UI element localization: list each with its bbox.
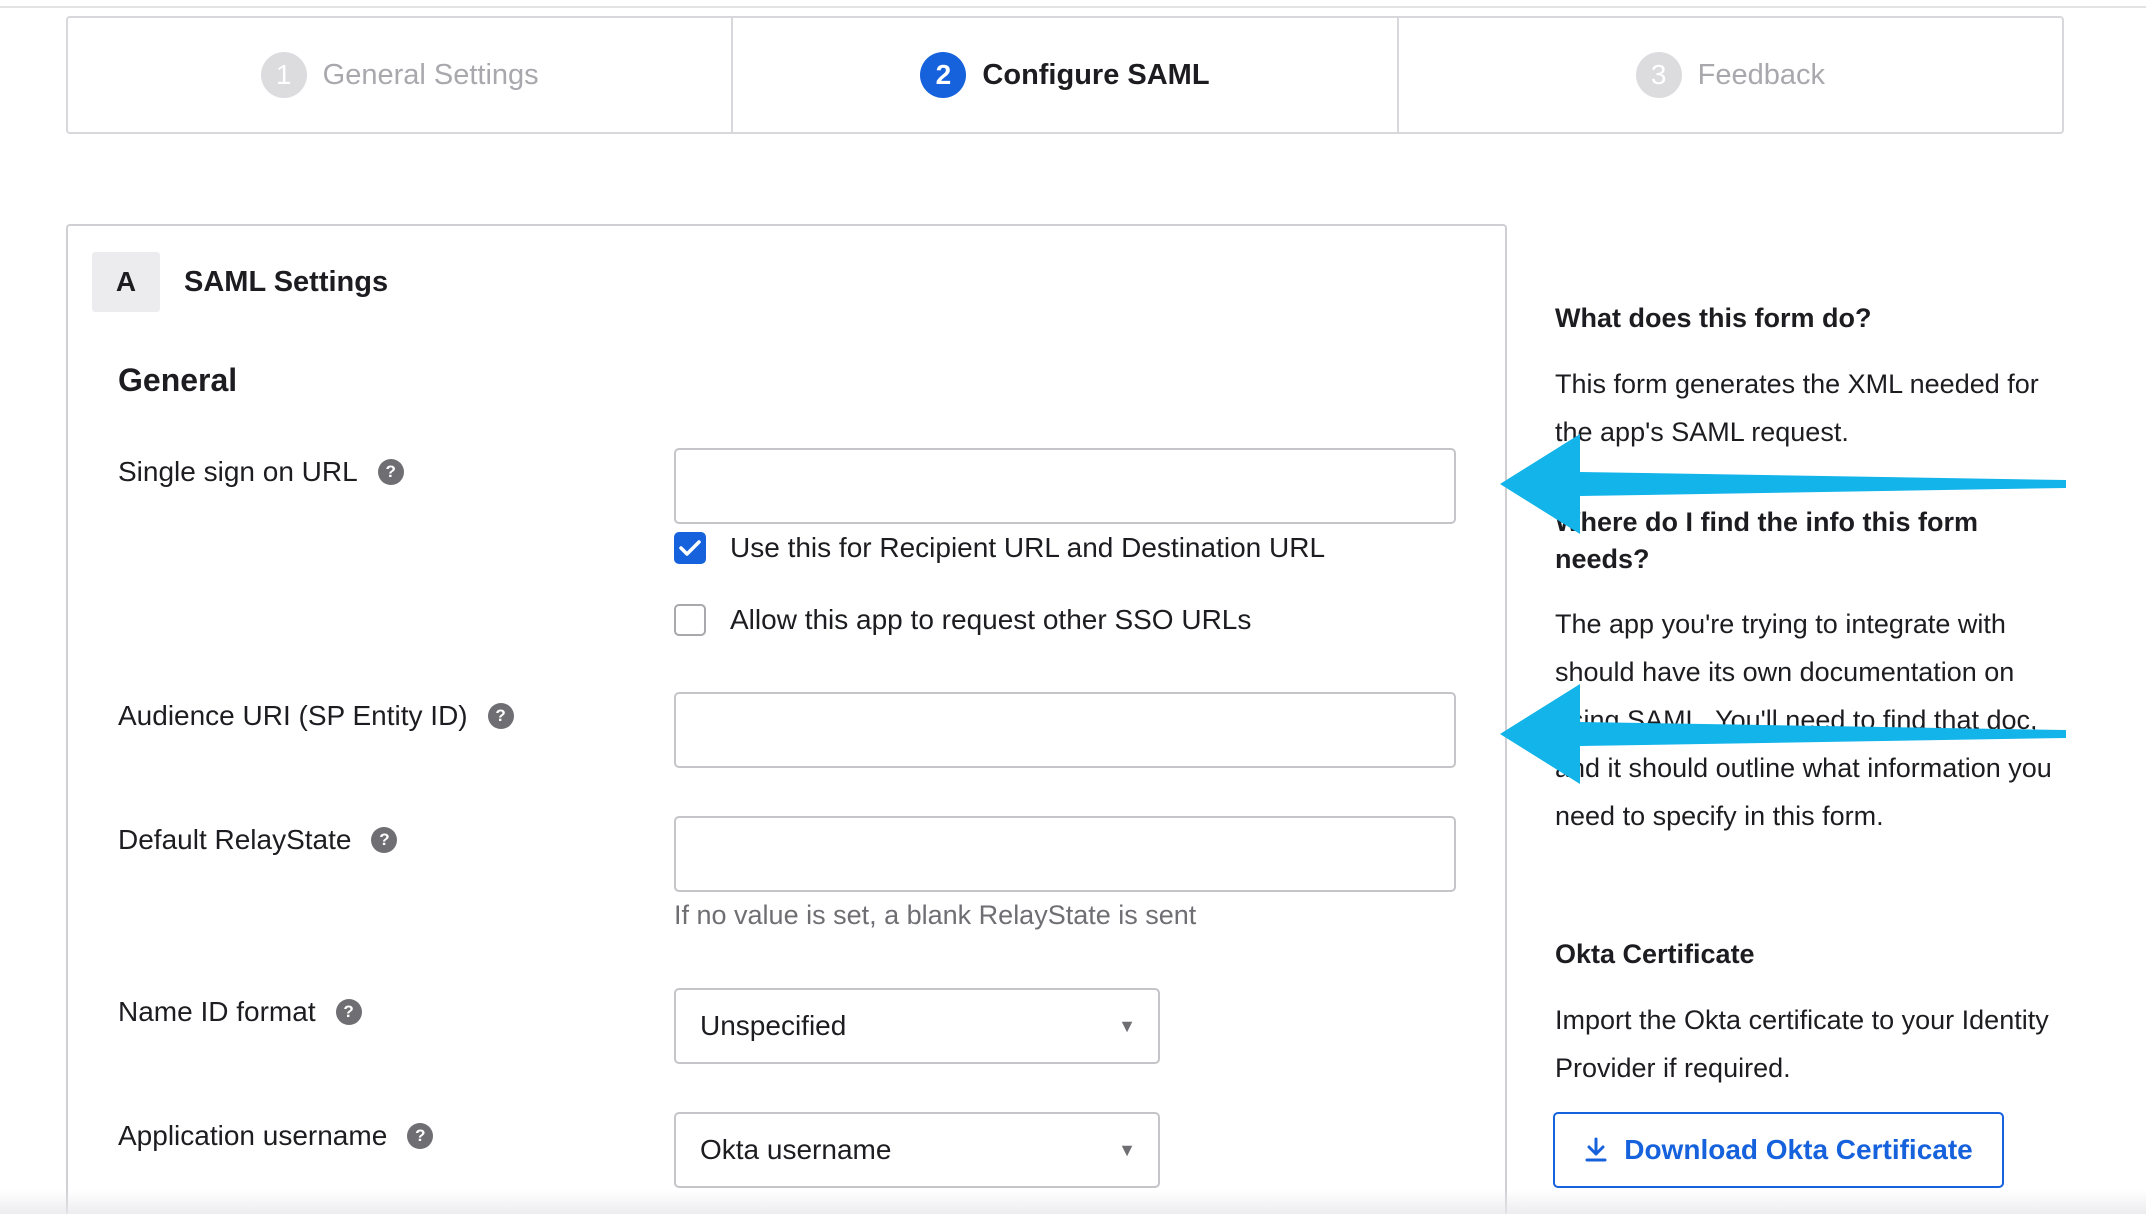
relay-state-label-row: Default RelayState ?	[118, 824, 398, 856]
recipient-checkbox-label: Use this for Recipient URL and Destinati…	[730, 532, 1326, 563]
audience-uri-label-row: Audience URI (SP Entity ID) ?	[118, 700, 514, 732]
annotation-arrow-icon	[1500, 684, 2066, 784]
app-username-label-row: Application username ?	[118, 1120, 434, 1152]
other-sso-checkbox-row[interactable]: Allow this app to request other SSO URLs	[674, 604, 1251, 636]
panel-title: SAML Settings	[184, 265, 389, 298]
step-number: 3	[1635, 52, 1682, 98]
name-id-format-label-row: Name ID format ?	[118, 996, 362, 1028]
step-number: 2	[920, 52, 967, 98]
other-sso-checkbox[interactable]	[674, 604, 706, 636]
step-configure-saml[interactable]: 2 Configure SAML	[733, 18, 1399, 132]
name-id-format-value: Unspecified	[700, 1010, 847, 1041]
name-id-format-select[interactable]: Unspecified ▼	[674, 988, 1160, 1064]
caret-down-icon: ▼	[1118, 1139, 1136, 1160]
sso-url-input[interactable]	[674, 448, 1456, 524]
caret-down-icon: ▼	[1118, 1015, 1136, 1036]
step-number: 1	[260, 52, 307, 98]
step-label: Configure SAML	[982, 58, 1210, 91]
download-certificate-button[interactable]: Download Okta Certificate	[1553, 1112, 2004, 1188]
name-id-format-label: Name ID format	[118, 996, 316, 1027]
saml-settings-panel: A SAML Settings General Single sign on U…	[66, 224, 1507, 1214]
help-icon[interactable]: ?	[377, 459, 404, 485]
section-badge: A	[92, 252, 160, 312]
app-username-value: Okta username	[700, 1134, 892, 1165]
bottom-fade	[0, 1190, 2146, 1214]
audience-uri-input[interactable]	[674, 692, 1456, 768]
help-icon[interactable]: ?	[487, 703, 514, 729]
app-username-select[interactable]: Okta username ▼	[674, 1112, 1160, 1188]
sso-url-label: Single sign on URL	[118, 456, 358, 487]
download-certificate-label: Download Okta Certificate	[1624, 1134, 1973, 1165]
app-username-label: Application username	[118, 1120, 388, 1151]
okta-certificate-text: Import the Okta certificate to your Iden…	[1555, 1005, 2049, 1083]
download-icon	[1585, 1137, 1607, 1162]
checkmark-icon	[679, 540, 701, 556]
top-divider	[0, 0, 2146, 8]
help-icon[interactable]: ?	[371, 827, 398, 853]
recipient-checkbox[interactable]	[674, 532, 706, 564]
relay-state-label: Default RelayState	[118, 824, 352, 855]
step-label: Feedback	[1697, 58, 1825, 91]
other-sso-checkbox-label: Allow this app to request other SSO URLs	[730, 604, 1252, 635]
panel-header: A SAML Settings	[92, 252, 388, 312]
help-question-1: What does this form do?	[1555, 303, 1872, 333]
okta-certificate-title: Okta Certificate	[1555, 939, 1755, 969]
help-icon[interactable]: ?	[407, 1123, 434, 1149]
recipient-checkbox-row[interactable]: Use this for Recipient URL and Destinati…	[674, 532, 1325, 564]
help-icon[interactable]: ?	[335, 999, 362, 1025]
section-title-general: General	[118, 362, 238, 398]
audience-uri-label: Audience URI (SP Entity ID)	[118, 700, 468, 731]
step-general-settings[interactable]: 1 General Settings	[68, 18, 734, 132]
annotation-arrow-icon	[1500, 434, 2066, 534]
relay-state-input[interactable]	[674, 816, 1456, 892]
sso-url-label-row: Single sign on URL ?	[118, 456, 404, 488]
wizard-stepper: 1 General Settings 2 Configure SAML 3 Fe…	[66, 16, 2064, 134]
relay-state-hint: If no value is set, a blank RelayState i…	[674, 900, 1197, 930]
step-feedback[interactable]: 3 Feedback	[1399, 18, 2062, 132]
step-label: General Settings	[322, 58, 539, 91]
